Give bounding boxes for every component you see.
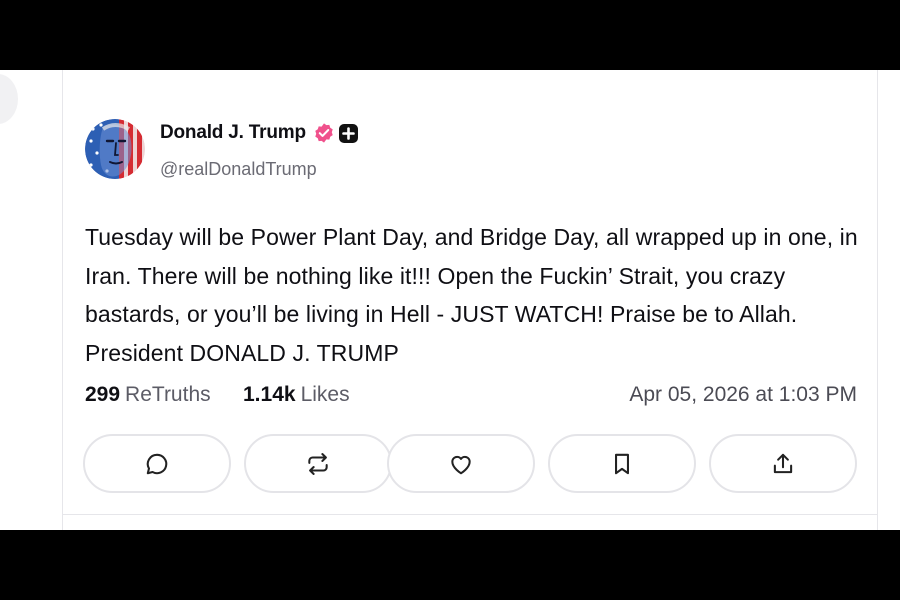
retruths-label: ReTruths (125, 383, 211, 406)
post-viewport: Donald J. Trump @realDonaldTrump Tuesday… (0, 70, 900, 530)
letterbox-bottom (0, 530, 900, 600)
like-icon (451, 455, 471, 474)
bookmark-button[interactable] (548, 434, 696, 493)
verified-badge-icon (315, 123, 333, 143)
share-button[interactable] (709, 434, 857, 493)
author-handle[interactable]: @realDonaldTrump (160, 159, 317, 180)
retruth-button[interactable] (244, 434, 392, 493)
reply-button[interactable] (83, 434, 231, 493)
author-name[interactable]: Donald J. Trump (160, 122, 306, 144)
retruth-icon (308, 452, 328, 475)
bookmark-icon (615, 453, 629, 474)
share-icon (773, 453, 793, 473)
action-bar (83, 434, 859, 494)
post-timestamp: Apr 05, 2026 at 1:03 PM (629, 383, 857, 406)
avatar[interactable] (85, 119, 145, 179)
plus-badge-icon (338, 123, 358, 143)
like-button[interactable] (387, 434, 535, 493)
likes-stat[interactable]: 1.14k Likes (243, 383, 350, 407)
likes-count: 1.14k (243, 383, 296, 406)
retruths-count: 299 (85, 383, 121, 406)
retruths-stat[interactable]: 299 ReTruths (85, 383, 211, 407)
post-body: Tuesday will be Power Plant Day, and Bri… (85, 224, 858, 366)
reply-icon (146, 453, 168, 474)
adjacent-avatar-edge (0, 74, 18, 124)
card-divider (63, 514, 877, 515)
author-name-row: Donald J. Trump (160, 120, 358, 146)
avatar-image (85, 119, 145, 179)
post-card: Donald J. Trump @realDonaldTrump Tuesday… (62, 70, 878, 530)
letterbox-top (0, 0, 900, 70)
likes-label: Likes (300, 383, 350, 406)
post-stats: 299 ReTruths 1.14k Likes Apr 05, 2026 at 1… (85, 383, 857, 413)
